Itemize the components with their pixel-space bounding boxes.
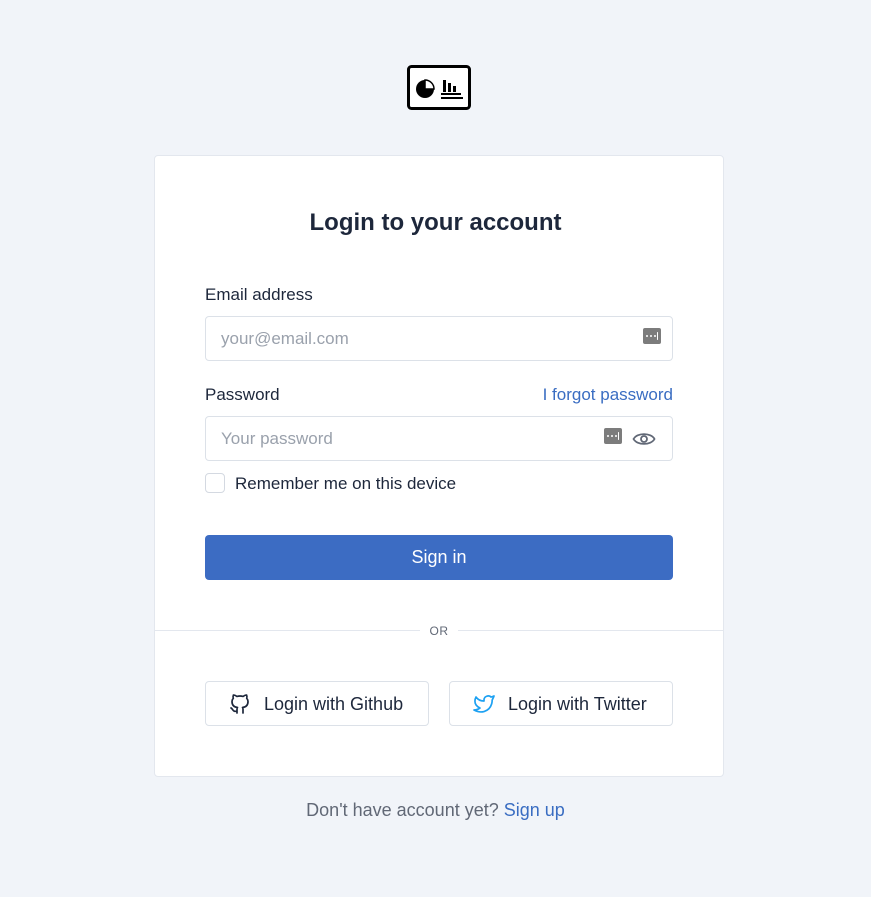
remember-checkbox[interactable] [205, 473, 225, 493]
password-field[interactable] [206, 417, 672, 460]
sign-up-link[interactable]: Sign up [504, 800, 565, 820]
forgot-password-link[interactable]: I forgot password [543, 385, 673, 405]
password-manager-icon[interactable] [604, 428, 622, 444]
signup-prompt: Don't have account yet? Sign up [0, 800, 871, 821]
twitter-icon [473, 695, 495, 713]
password-field-wrapper [205, 416, 673, 461]
sign-in-button[interactable]: Sign in [205, 535, 673, 580]
dashboard-chart-icon [407, 65, 471, 110]
divider-line-left [155, 630, 420, 631]
password-label: Password [205, 385, 280, 404]
email-field-wrapper [205, 316, 673, 361]
email-field[interactable] [206, 317, 672, 360]
login-twitter-label: Login with Twitter [508, 694, 647, 714]
divider-or: OR [429, 624, 449, 638]
divider-line-right [458, 630, 723, 631]
card-title: Login to your account [309, 209, 562, 236]
login-twitter-button[interactable]: Login with Twitter [449, 681, 673, 726]
github-icon [230, 694, 249, 714]
remember-label: Remember me on this device [235, 474, 457, 493]
login-github-button[interactable]: Login with Github [205, 681, 429, 726]
password-manager-icon[interactable] [643, 328, 661, 344]
eye-icon[interactable] [632, 430, 656, 448]
email-label: Email address [205, 285, 313, 304]
login-github-label: Login with Github [264, 694, 404, 714]
signup-prompt-text: Don't have account yet? [306, 800, 499, 820]
